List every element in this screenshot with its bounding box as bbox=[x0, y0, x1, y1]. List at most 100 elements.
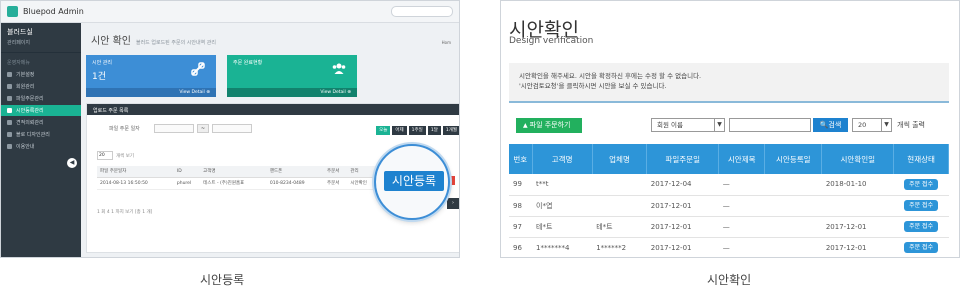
table-cell: 2017-12-01 bbox=[646, 216, 719, 238]
menu-icon bbox=[7, 132, 12, 137]
date-to-input[interactable] bbox=[212, 123, 252, 133]
caption-right: 시안확인 bbox=[707, 273, 752, 287]
notice-line: '시안검토요청'을 클릭하시면 시안을 보실 수 있습니다. bbox=[519, 82, 667, 90]
menu-icon bbox=[7, 108, 12, 113]
table-cell: 2017-12-01 bbox=[646, 237, 719, 257]
pagination-info: 1 회 4 1 까지 보기 [총 1 개] bbox=[97, 210, 153, 215]
sidebar-item[interactable]: 시안등록관리 bbox=[1, 105, 81, 116]
stat-card-orders[interactable]: 주문 완료현황 View Detail ⊕ bbox=[227, 55, 357, 97]
chevron-down-icon: ▼ bbox=[881, 119, 891, 131]
stat-card-design[interactable]: 시안 관리 1건 View Detail ⊕ bbox=[86, 55, 216, 97]
table-row[interactable]: 97 테*트 테*트 2017-12-01—2017-12-01 주문 접수 bbox=[509, 216, 949, 238]
file-order-button[interactable]: ▲ 파일 주문하기 bbox=[516, 118, 582, 133]
sidebar-item[interactable]: 기본설정 bbox=[1, 69, 81, 80]
date-from-input[interactable] bbox=[154, 123, 194, 133]
sidebar-item[interactable]: 회원관리 bbox=[1, 81, 81, 92]
table-header-row: 파일 주문일자 ID 고객명 핸드폰 주문서 관리 bbox=[97, 166, 377, 178]
order-table: 파일 주문일자 ID 고객명 핸드폰 주문서 관리 2014-08-13 16:50:50… bbox=[97, 166, 377, 190]
table-cell: — bbox=[718, 216, 765, 238]
sidebar-item-label: 이용안내 bbox=[16, 144, 35, 150]
column-header: 시안등록일 bbox=[764, 144, 823, 174]
status-badge[interactable]: 주문 접수 bbox=[904, 178, 939, 190]
column-header: 관리 bbox=[347, 166, 377, 178]
perpage-select[interactable]: 20 bbox=[97, 151, 113, 160]
chevron-down-icon: ▼ bbox=[714, 119, 724, 131]
perpage-control: 20 개씩 보기 bbox=[97, 151, 134, 160]
card-view-detail-link[interactable]: View Detail ⊕ bbox=[227, 88, 357, 97]
table-cell: 시안확인 bbox=[347, 177, 377, 190]
table-row[interactable]: 96 1*******4 1******2 2017-12-01—2017-12-01… bbox=[509, 237, 949, 257]
table-cell: 96 bbox=[509, 237, 533, 257]
table-cell bbox=[764, 174, 822, 196]
table-cell: 이*엽 bbox=[532, 195, 593, 217]
search-input[interactable] bbox=[729, 118, 811, 132]
upload-icon: ▲ bbox=[523, 122, 528, 129]
table-cell: 99 bbox=[509, 174, 533, 196]
sidebar: 블러드실 관리페이지 운영자메뉴 기본설정 회원관리 파일주문관리 시안등록관리 견적의… bbox=[1, 23, 81, 257]
date-separator: ~ bbox=[197, 123, 209, 133]
next-page-button[interactable]: › bbox=[447, 198, 459, 209]
users-icon bbox=[332, 63, 346, 74]
sidebar-item[interactable]: 견적의뢰관리 bbox=[1, 117, 81, 128]
table-cell: 1*******4 bbox=[532, 237, 593, 257]
status-cell: 주문 접수 bbox=[893, 174, 949, 196]
table-cell: t**t bbox=[532, 174, 593, 196]
main-content: 시안 확인 블러드 업로드된 주문의 시안내역 관리 Hom 시안 관리 1건 … bbox=[81, 23, 459, 257]
user-screenshot: 시안확인 Design verification 시안확인을 해주세요. 시안을… bbox=[500, 0, 960, 258]
select-value: 20 bbox=[858, 121, 867, 129]
search-field-select[interactable]: 회원 이름 ▼ bbox=[651, 118, 725, 132]
table-row[interactable]: 99 t**t 2017-12-04— 2018-01-10 주문 접수 bbox=[509, 174, 949, 196]
period-button[interactable]: 1개월 bbox=[442, 126, 459, 135]
card-value: 1건 bbox=[92, 72, 107, 82]
sidebar-item[interactable]: 파일주문관리 bbox=[1, 93, 81, 104]
top-search-input[interactable] bbox=[391, 6, 453, 17]
column-header: 시안제목 bbox=[718, 144, 766, 174]
card-view-detail-link[interactable]: View Detail ⊕ bbox=[86, 88, 216, 97]
status-badge[interactable]: 주문 접수 bbox=[904, 242, 939, 253]
menu-icon bbox=[7, 84, 12, 89]
menu-icon bbox=[7, 144, 12, 149]
table-row[interactable]: 2014-08-13 16:50:50 phurel 테스트 - (주)진원홈표 01… bbox=[97, 177, 377, 190]
period-button[interactable]: 1주일 bbox=[408, 126, 426, 135]
table-row[interactable]: 98 이*엽 2017-12-01— 주문 접수 bbox=[509, 195, 949, 217]
sidebar-item[interactable]: 블로 디자인관리 bbox=[1, 129, 81, 140]
table-cell: phurel bbox=[173, 177, 201, 190]
sidebar-item-label: 블로 디자인관리 bbox=[16, 132, 50, 138]
sidebar-section-title: 운영자메뉴 bbox=[7, 60, 31, 66]
column-header: 파일주문일 bbox=[646, 144, 720, 174]
sidebar-collapse-icon[interactable]: ◀ bbox=[67, 158, 77, 168]
card-label: 주문 완료현황 bbox=[233, 60, 263, 66]
notice-box: 시안확인을 해주세요. 시안을 확정하신 후에는 수정 할 수 없습니다. '시… bbox=[509, 63, 949, 103]
rows-per-page-select[interactable]: 20 ▼ bbox=[852, 118, 892, 132]
search-button[interactable]: 🔍검색 bbox=[813, 118, 848, 132]
period-button[interactable]: 어제 bbox=[392, 126, 407, 135]
sidebar-item[interactable]: 이용안내 bbox=[1, 141, 81, 152]
period-button[interactable]: 오늘 bbox=[376, 126, 391, 135]
menu-icon bbox=[7, 72, 12, 77]
select-value: 회원 이름 bbox=[657, 121, 683, 129]
column-header: 고객명 bbox=[532, 144, 593, 174]
column-header: ID bbox=[173, 166, 201, 178]
status-badge[interactable]: 주문 접수 bbox=[904, 221, 939, 232]
column-header: 주문서 bbox=[324, 166, 348, 178]
table-cell: — bbox=[718, 195, 765, 217]
table-cell bbox=[821, 195, 894, 217]
period-button[interactable]: 1달 bbox=[427, 126, 441, 135]
breadcrumb[interactable]: Hom bbox=[442, 40, 451, 45]
design-register-button[interactable]: 시안등록 bbox=[384, 171, 444, 191]
table-cell: 2017-12-01 bbox=[646, 195, 719, 217]
status-badge[interactable]: 주문 접수 bbox=[904, 200, 939, 211]
table-cell: 2014-08-13 16:50:50 bbox=[97, 177, 174, 190]
panel-title: 업로드 주문 목록 bbox=[87, 104, 459, 115]
card-label: 시안 관리 bbox=[92, 60, 112, 66]
table-cell: — bbox=[718, 237, 765, 257]
table-header-row: 번호 고객명 업체명 파일주문일 시안제목 시안등록일 시안확인일 현재상태 bbox=[509, 144, 949, 174]
table-cell: — bbox=[718, 174, 765, 196]
table-cell bbox=[592, 174, 647, 196]
brand-subtitle: 관리페이지 bbox=[7, 40, 31, 46]
column-header: 시안확인일 bbox=[821, 144, 895, 174]
status-cell: 주문 접수 bbox=[893, 237, 949, 257]
column-header: 고객명 bbox=[200, 166, 267, 178]
page-header: 시안 확인 블러드 업로드된 주문의 시안내역 관리 Hom bbox=[81, 23, 459, 51]
menu-icon bbox=[7, 120, 12, 125]
